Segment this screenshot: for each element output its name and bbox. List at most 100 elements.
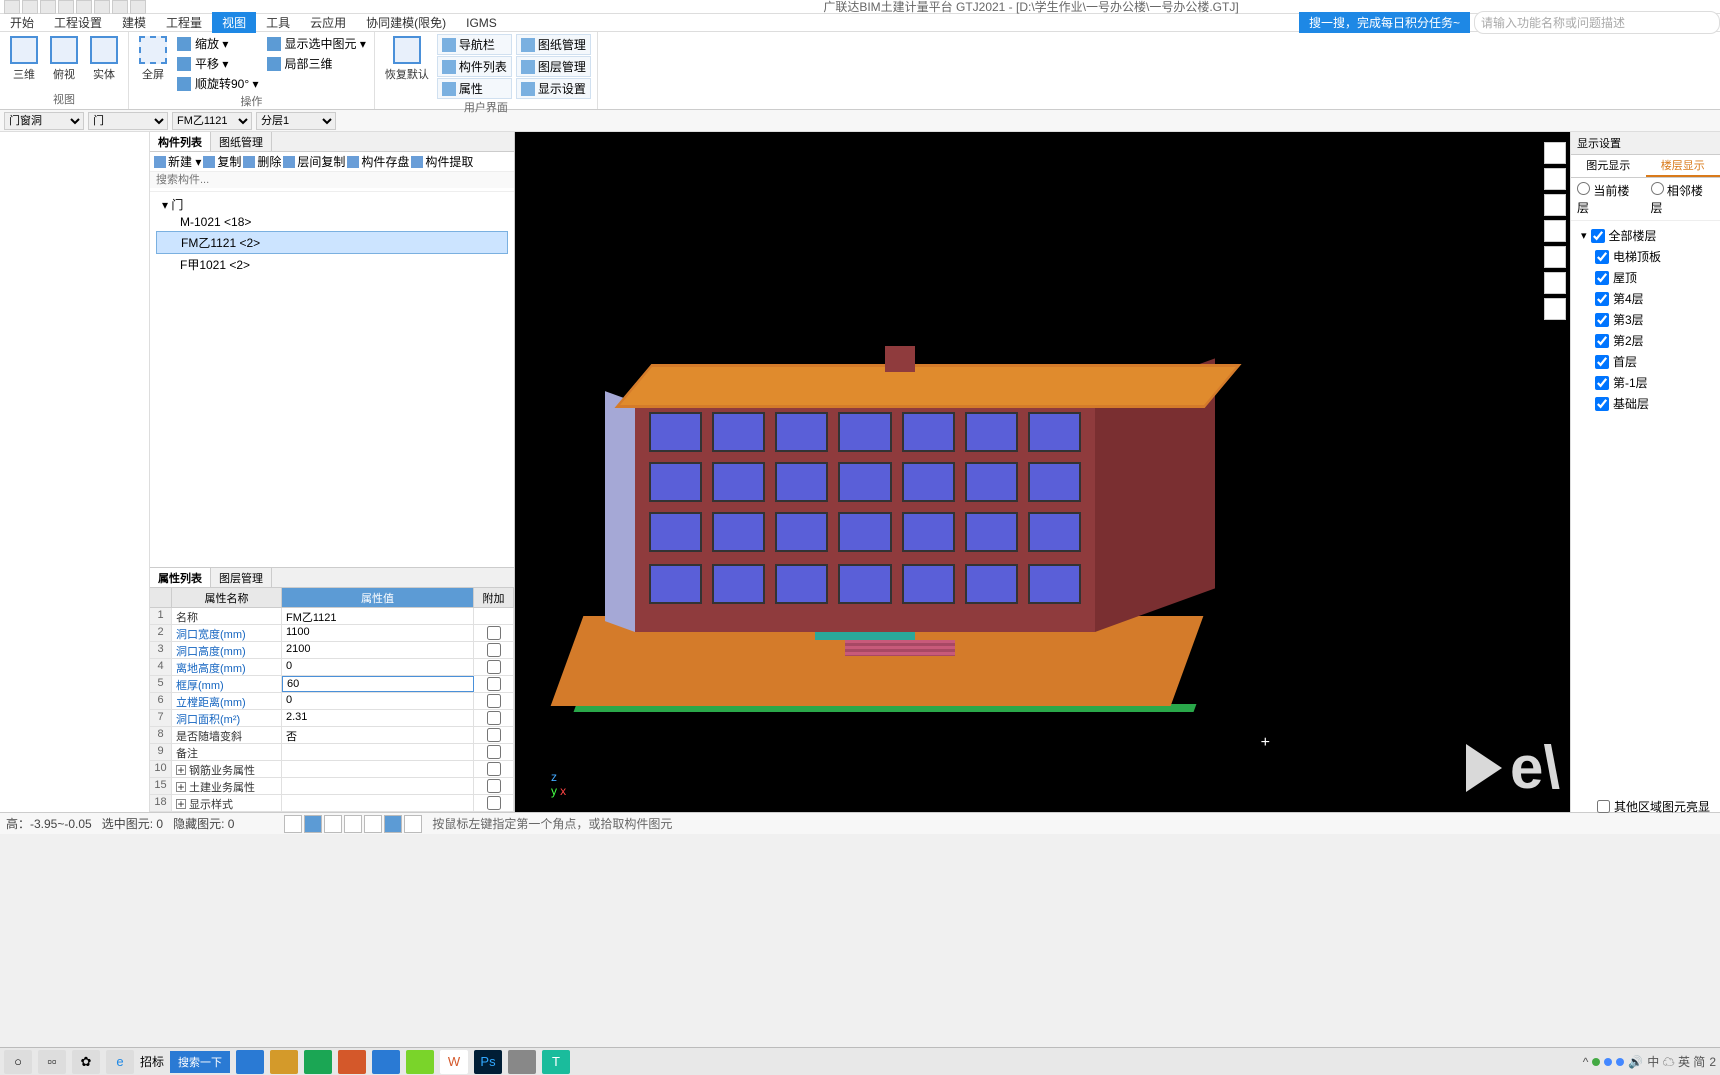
floor-checkbox[interactable] [1595, 397, 1609, 411]
floor-item[interactable]: 首层 [1577, 351, 1714, 372]
wps-icon[interactable]: W [440, 1050, 468, 1074]
property-value[interactable]: 0 [282, 659, 474, 675]
additional-checkbox[interactable] [487, 660, 501, 674]
system-tray[interactable]: ^ 🔊 中 ☁ 英 简 2 [1583, 1053, 1716, 1070]
property-value[interactable]: 否 [282, 727, 474, 743]
property-row[interactable]: 6立樘距离(mm)0 [150, 693, 514, 710]
floor-checkbox[interactable] [1595, 292, 1609, 306]
property-value[interactable] [282, 778, 474, 794]
app-icon[interactable] [406, 1050, 434, 1074]
ps-icon[interactable]: Ps [474, 1050, 502, 1074]
fullscreen-button[interactable]: 全屏 [135, 34, 171, 93]
floor-item[interactable]: 基础层 [1577, 393, 1714, 414]
tab-floor-display[interactable]: 楼层显示 [1646, 155, 1720, 177]
tab-cloud[interactable]: 云应用 [300, 12, 356, 33]
tab-element-display[interactable]: 图元显示 [1571, 155, 1646, 177]
view-3d-button[interactable]: 三维 [6, 34, 42, 91]
additional-checkbox[interactable] [487, 779, 501, 793]
search-button[interactable]: 搜索一下 [170, 1051, 230, 1073]
property-value[interactable] [282, 744, 474, 760]
snap-icon[interactable] [284, 815, 302, 833]
grid-icon[interactable] [384, 815, 402, 833]
floor-checkbox[interactable] [1595, 313, 1609, 327]
additional-checkbox[interactable] [487, 694, 501, 708]
additional-checkbox[interactable] [487, 643, 501, 657]
mail-icon[interactable] [372, 1050, 400, 1074]
floor-item[interactable]: 第-1层 [1577, 372, 1714, 393]
additional-checkbox[interactable] [487, 796, 501, 810]
component-select[interactable]: FM乙1121 [172, 112, 252, 130]
type-select[interactable]: 门 [88, 112, 168, 130]
app-icon[interactable] [236, 1050, 264, 1074]
navbar-toggle[interactable]: 导航栏 [437, 34, 512, 55]
angle-icon[interactable] [344, 815, 362, 833]
daily-task-button[interactable]: 搜一搜，完成每日积分任务~ [1299, 12, 1470, 33]
tree-item[interactable]: F甲1021 <2> [156, 254, 508, 275]
box-icon[interactable] [1544, 220, 1566, 242]
property-row[interactable]: 2洞口宽度(mm)1100 [150, 625, 514, 642]
new-button[interactable]: 新建 ▾ [154, 153, 201, 170]
floor-checkbox[interactable] [1595, 271, 1609, 285]
tab-igms[interactable]: IGMS [456, 14, 507, 32]
tree-item[interactable]: FM乙1121 <2> [156, 231, 508, 254]
tree-root[interactable]: ▾ 门 [162, 196, 508, 213]
tab-view[interactable]: 视图 [212, 12, 256, 33]
component-search-input[interactable] [150, 172, 514, 188]
layer-mgr-toggle[interactable]: 图层管理 [516, 56, 591, 77]
tab-project-settings[interactable]: 工程设置 [44, 12, 112, 33]
property-value[interactable]: 1100 [282, 625, 474, 641]
property-value[interactable] [282, 761, 474, 777]
floor-item[interactable]: 电梯顶板 [1577, 246, 1714, 267]
view-top-button[interactable]: 俯视 [46, 34, 82, 91]
pan-button[interactable]: 平移 ▾ [175, 54, 261, 73]
tab-modeling[interactable]: 建模 [112, 12, 156, 33]
property-row[interactable]: 5框厚(mm)60 [150, 676, 514, 693]
property-value[interactable]: FM乙1121 [282, 608, 474, 624]
floor-item[interactable]: 第3层 [1577, 309, 1714, 330]
floor-checkbox[interactable] [1595, 355, 1609, 369]
component-list-toggle[interactable]: 构件列表 [437, 56, 512, 77]
property-row[interactable]: 7洞口面积(m²)2.31 [150, 710, 514, 727]
orbit-icon[interactable] [1544, 142, 1566, 164]
tab-property-list[interactable]: 属性列表 [150, 568, 211, 587]
other-region-highlight[interactable]: 其他区域图元亮显 [1597, 798, 1710, 815]
display-settings-toggle[interactable]: 显示设置 [516, 78, 591, 99]
cross-icon[interactable] [324, 815, 342, 833]
start-button[interactable]: ○ [4, 1050, 32, 1074]
task-view-icon[interactable]: ▫▫ [38, 1050, 66, 1074]
additional-checkbox[interactable] [487, 677, 501, 691]
viewcube-icon[interactable] [1544, 194, 1566, 216]
property-value[interactable]: 60 [282, 676, 474, 692]
copy-button[interactable]: 复制 [203, 153, 241, 170]
radio-adjacent-floor[interactable]: 相邻楼层 [1651, 182, 1715, 216]
category-select[interactable]: 门窗洞 [4, 112, 84, 130]
search-input[interactable]: 请输入功能名称或问题描述 [1474, 11, 1720, 34]
app-icon[interactable] [270, 1050, 298, 1074]
floor-item[interactable]: 屋顶 [1577, 267, 1714, 288]
app-icon[interactable] [338, 1050, 366, 1074]
select-icon[interactable] [1544, 246, 1566, 268]
floor-copy-button[interactable]: 层间复制 [283, 153, 345, 170]
save-component-button[interactable]: 构件存盘 [347, 153, 409, 170]
tab-start[interactable]: 开始 [0, 12, 44, 33]
view-solid-button[interactable]: 实体 [86, 34, 122, 91]
floor-item[interactable]: 第2层 [1577, 330, 1714, 351]
tab-drawing-mgr[interactable]: 图纸管理 [211, 132, 272, 151]
property-row[interactable]: 3洞口高度(mm)2100 [150, 642, 514, 659]
property-value[interactable] [282, 795, 474, 811]
property-row[interactable]: 9备注 [150, 744, 514, 761]
property-value[interactable]: 0 [282, 693, 474, 709]
property-value[interactable]: 2.31 [282, 710, 474, 726]
zoom-button[interactable]: 缩放 ▾ [175, 34, 261, 53]
property-row[interactable]: 8是否随墙变斜否 [150, 727, 514, 744]
ie-icon[interactable]: e [106, 1050, 134, 1074]
drawing-mgr-toggle[interactable]: 图纸管理 [516, 34, 591, 55]
3d-viewport[interactable]: z y x + e\ [515, 132, 1570, 812]
app-icon[interactable]: T [542, 1050, 570, 1074]
edge-icon[interactable] [304, 1050, 332, 1074]
gear-icon[interactable] [1544, 272, 1566, 294]
layer-select[interactable]: 分层1 [256, 112, 336, 130]
additional-checkbox[interactable] [487, 711, 501, 725]
property-row[interactable]: 4离地高度(mm)0 [150, 659, 514, 676]
tree-item[interactable]: M-1021 <18> [156, 213, 508, 231]
